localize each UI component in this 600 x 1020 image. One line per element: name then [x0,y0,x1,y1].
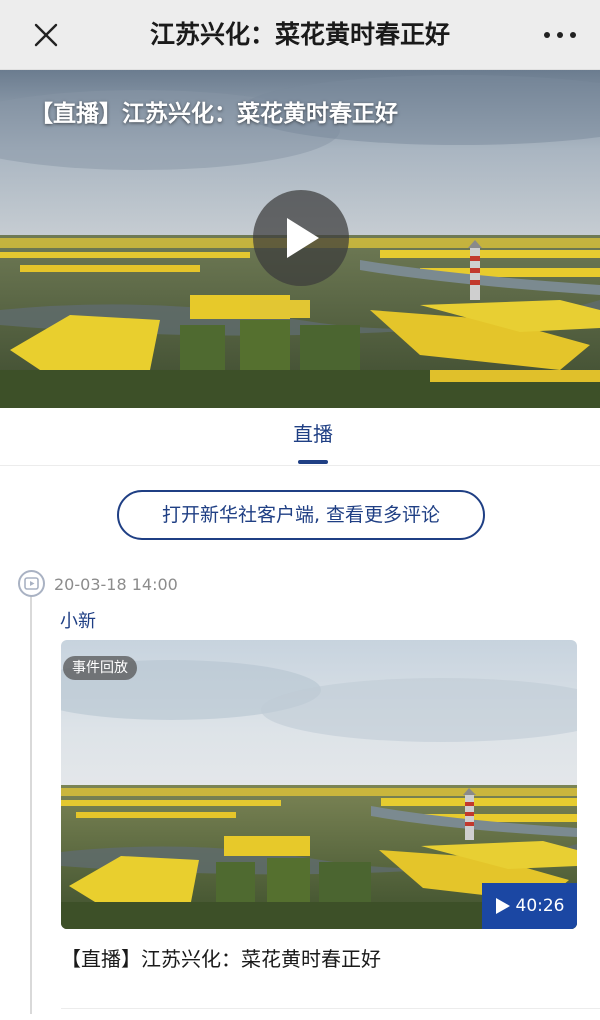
active-tab-indicator [298,460,328,464]
replay-badge: 事件回放 [63,656,137,680]
video-dot-icon [24,577,39,590]
play-icon [495,898,510,914]
page-title: 江苏兴化：菜花黄时春正好 [149,20,450,49]
more-dots-icon [544,32,576,38]
open-app-button[interactable]: 打开新华社客户端, 查看更多评论 [117,490,485,540]
top-nav-bar: 江苏兴化：菜花黄时春正好 [0,0,600,70]
post-author[interactable]: 小新 [60,607,96,633]
timeline-line [30,594,32,1014]
tab-bar: 直播 [0,408,600,466]
play-button[interactable] [253,190,349,286]
duration-badge[interactable]: 40:26 [482,883,577,929]
divider [61,1008,600,1009]
close-icon [34,23,58,47]
live-video-player[interactable]: 【直播】江苏兴化：菜花黄时春正好 [0,70,600,408]
play-icon [287,218,319,258]
more-button[interactable] [540,15,580,55]
replay-video-card[interactable]: 事件回放 40:26 [61,640,577,929]
tab-live[interactable]: 直播 [260,418,366,458]
video-title: 【直播】江苏兴化：菜花黄时春正好 [30,101,398,127]
close-button[interactable] [26,15,66,55]
post-timestamp: 20-03-18 14:00 [54,575,178,594]
duration-text: 40:26 [515,896,565,916]
video-card-title[interactable]: 【直播】江苏兴化：菜花黄时春正好 [61,943,381,972]
timeline-marker [18,570,45,597]
